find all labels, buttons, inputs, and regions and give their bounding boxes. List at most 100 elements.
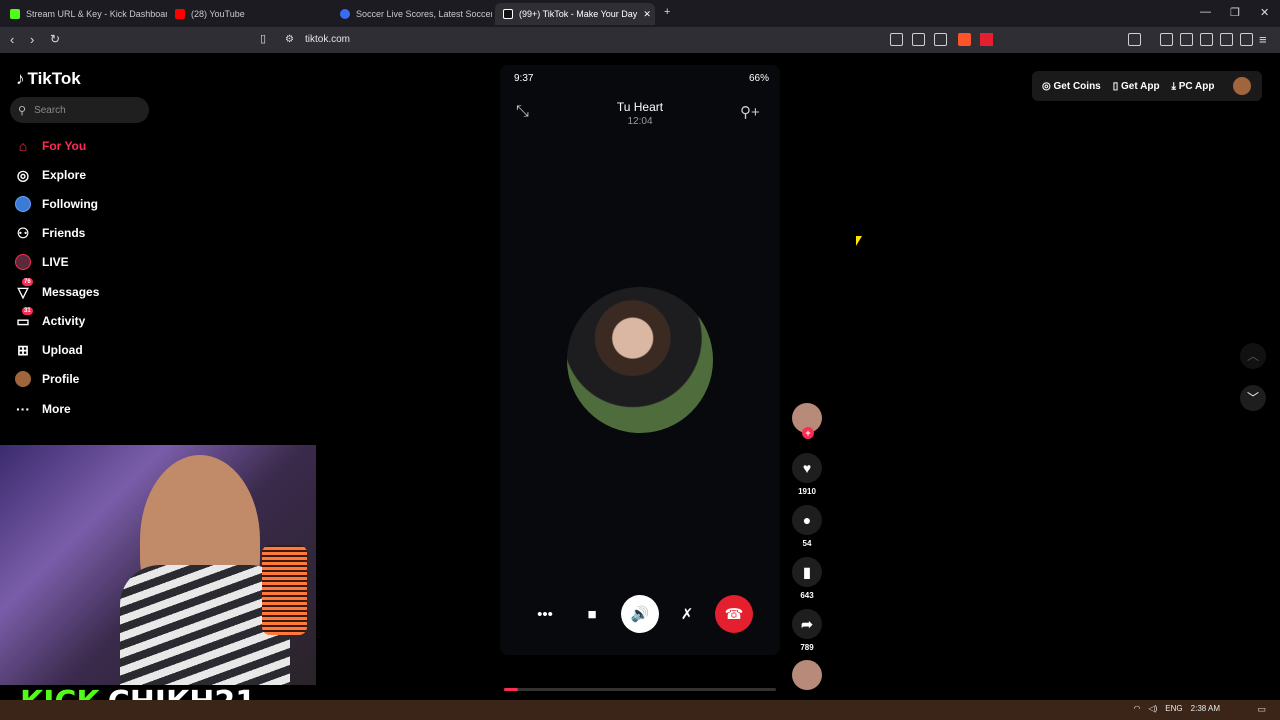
mouse-cursor-icon bbox=[856, 236, 862, 246]
more-icon: ··· bbox=[16, 401, 30, 417]
nav-label: Explore bbox=[42, 168, 87, 182]
messages-badge: 76 bbox=[22, 278, 33, 286]
save-count: 643 bbox=[800, 591, 814, 600]
back-icon[interactable]: ‹ bbox=[10, 32, 14, 47]
reader-icon[interactable] bbox=[1180, 33, 1193, 46]
activity-badge: 31 bbox=[22, 307, 33, 315]
get-app-button[interactable]: ▯ Get App bbox=[1113, 81, 1160, 92]
forward-icon[interactable]: › bbox=[30, 32, 34, 47]
nav-profile[interactable]: Profile bbox=[14, 370, 79, 388]
nav-more[interactable]: ··· More bbox=[14, 400, 71, 418]
nav-activity[interactable]: ▭ 31 Activity bbox=[14, 307, 86, 330]
leo-ai-icon[interactable] bbox=[1220, 33, 1233, 46]
friends-icon: ⚇ bbox=[16, 224, 30, 241]
nav-messages[interactable]: ▽ 76 Messages bbox=[14, 278, 100, 301]
translate-icon[interactable] bbox=[890, 33, 903, 46]
sidebar-toggle-icon[interactable] bbox=[1128, 33, 1141, 46]
phone-status-bar: 9:37 66% bbox=[514, 73, 769, 84]
tiktok-note-icon: ♪ bbox=[16, 69, 25, 88]
get-coins-button[interactable]: ◎ Get Coins bbox=[1042, 81, 1101, 92]
pc-app-button[interactable]: ⤓ PC App bbox=[1172, 81, 1215, 92]
nav-label: Following bbox=[42, 197, 98, 211]
site-settings-icon[interactable]: ⚙ bbox=[285, 34, 294, 45]
volume-icon[interactable]: ◁) bbox=[1148, 704, 1157, 713]
webcam-overlay bbox=[0, 445, 316, 685]
video-progress-bar[interactable] bbox=[504, 688, 776, 691]
avatar[interactable] bbox=[1232, 77, 1251, 95]
share-button[interactable]: ➦ 789 bbox=[792, 609, 822, 652]
maximize-icon[interactable]: ❐ bbox=[1230, 6, 1240, 19]
share-icon[interactable] bbox=[934, 33, 947, 46]
phone-time: 9:37 bbox=[514, 73, 534, 84]
menu-icon[interactable]: ≡ bbox=[1259, 32, 1267, 47]
wallet-icon[interactable] bbox=[1200, 33, 1213, 46]
nav-friends[interactable]: ⚇ Friends bbox=[14, 224, 86, 242]
notifications-icon[interactable]: ▭ bbox=[1257, 704, 1266, 715]
reload-icon[interactable]: ↻ bbox=[50, 32, 60, 46]
get-app-label: Get App bbox=[1121, 80, 1160, 92]
cast-icon[interactable] bbox=[912, 33, 925, 46]
search-input[interactable]: ⚲ Search bbox=[10, 97, 149, 123]
header-actions: ◎ Get Coins ▯ Get App ⤓ PC App bbox=[1032, 71, 1262, 101]
share-arrow-icon: ➦ bbox=[792, 609, 822, 639]
minimize-icon[interactable]: — bbox=[1200, 6, 1211, 18]
search-icon: ⚲ bbox=[18, 104, 27, 117]
nav-for-you[interactable]: ⌂ For You bbox=[14, 137, 86, 155]
heart-icon: ♥ bbox=[792, 453, 822, 483]
url-field[interactable]: tiktok.com bbox=[305, 34, 350, 45]
close-tab-icon[interactable]: ✕ bbox=[643, 9, 651, 20]
close-window-icon[interactable]: ✕ bbox=[1260, 6, 1269, 19]
brave-shield-icon[interactable] bbox=[958, 33, 971, 46]
kick-favicon-icon bbox=[10, 9, 20, 19]
tab-title: (99+) TikTok - Make Your Day bbox=[519, 9, 638, 19]
profile-icon bbox=[14, 370, 32, 388]
nav-label: Activity bbox=[42, 314, 86, 328]
previous-video-icon[interactable]: ︿ bbox=[1240, 343, 1266, 369]
nav-label: LIVE bbox=[42, 255, 69, 269]
compass-icon: ◎ bbox=[16, 166, 30, 183]
nav-upload[interactable]: ⊞ Upload bbox=[14, 341, 83, 359]
live-icon bbox=[14, 253, 32, 271]
vpn-icon[interactable] bbox=[1240, 33, 1253, 46]
sound-disc-button[interactable] bbox=[792, 660, 822, 694]
music-icon[interactable] bbox=[1160, 33, 1173, 46]
language-indicator[interactable]: ENG bbox=[1165, 704, 1182, 713]
phone-battery: 66% bbox=[748, 73, 769, 84]
comment-icon: ● bbox=[792, 505, 822, 535]
save-button[interactable]: ▮ 643 bbox=[792, 557, 822, 600]
windows-taskbar: ◠ ◁) ENG 2:38 AM ▭ bbox=[0, 700, 1280, 720]
music-disc-icon bbox=[792, 660, 822, 690]
nav-following[interactable]: Following bbox=[14, 195, 98, 213]
nav-label: Friends bbox=[42, 226, 86, 240]
new-tab-icon[interactable]: + bbox=[664, 6, 670, 18]
get-coins-label: Get Coins bbox=[1053, 80, 1101, 92]
comment-button[interactable]: ● 54 bbox=[792, 505, 822, 548]
comment-count: 54 bbox=[802, 539, 812, 548]
activity-icon: ▭ 31 bbox=[16, 307, 33, 329]
wifi-icon[interactable]: ◠ bbox=[1133, 704, 1140, 713]
video-player[interactable]: 9:37 66% ⤡ ⚲+ Tu Heart 12:04 ••• ■ 🔊 ✗ ☎… bbox=[500, 65, 780, 655]
like-button[interactable]: ♥ 1910 bbox=[792, 453, 822, 496]
tab-tiktok[interactable]: (99+) TikTok - Make Your Day ✕ bbox=[495, 3, 655, 25]
nav-live[interactable]: LIVE bbox=[14, 253, 69, 271]
next-video-icon[interactable]: ﹀ bbox=[1240, 385, 1266, 411]
clock[interactable]: 2:38 AM bbox=[1191, 704, 1220, 713]
tab-youtube[interactable]: (28) YouTube bbox=[167, 3, 327, 25]
bookmark-icon[interactable]: ▯ bbox=[260, 32, 266, 45]
soccer-favicon-icon bbox=[340, 9, 350, 19]
home-icon: ⌂ bbox=[18, 138, 28, 154]
tab-kick-dashboard[interactable]: Stream URL & Key - Kick Dashboard bbox=[2, 3, 167, 25]
microphone bbox=[262, 545, 307, 635]
video-camera-icon: ■ bbox=[587, 605, 597, 623]
brave-rewards-icon[interactable] bbox=[980, 33, 993, 46]
more-options-icon: ••• bbox=[537, 605, 553, 623]
nav-label: Messages bbox=[42, 285, 100, 299]
tab-title: Stream URL & Key - Kick Dashboard bbox=[26, 9, 167, 19]
call-contact-name: Tu Heart bbox=[616, 100, 664, 114]
bookmark-icon: ▮ bbox=[792, 557, 822, 587]
creator-avatar-button[interactable]: + bbox=[792, 403, 822, 439]
tiktok-logo[interactable]: ♪ TikTok bbox=[16, 69, 81, 89]
nav-explore[interactable]: ◎ Explore bbox=[14, 166, 86, 184]
nav-label: Upload bbox=[42, 343, 83, 357]
tab-soccer-scores[interactable]: Soccer Live Scores, Latest Soccer Res bbox=[332, 3, 492, 25]
